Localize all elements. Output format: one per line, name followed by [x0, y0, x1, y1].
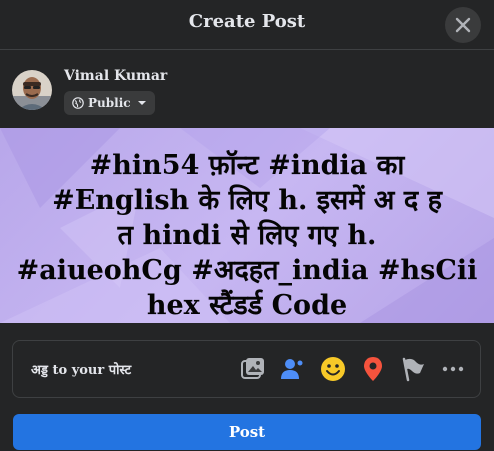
- tag-people-button[interactable]: [277, 353, 309, 385]
- more-icon: [442, 366, 464, 372]
- photo-video-button[interactable]: [237, 353, 269, 385]
- privacy-selector[interactable]: Public: [64, 91, 155, 115]
- globe-icon: [72, 97, 84, 109]
- post-background[interactable]: #hin54 फ़ॉन्ट #india का #English के लिए …: [0, 128, 494, 323]
- post-text-line: hex स्टैंडर्ड Code: [146, 290, 348, 321]
- author-name: Vimal Kumar: [64, 68, 168, 84]
- flag-button[interactable]: [397, 353, 429, 385]
- flag-icon: [402, 357, 424, 382]
- post-text-line: #hin54 फ़ॉन्ट #india का: [89, 150, 405, 181]
- post-text[interactable]: #hin54 फ़ॉन्ट #india का #English के लिए …: [6, 148, 488, 323]
- author-row: Vimal Kumar Public: [12, 68, 167, 116]
- dialog-title: Create Post: [188, 11, 306, 32]
- chevron-down-icon: [137, 99, 147, 107]
- post-text-line: #English के लिए h. इसमें अ द ह: [52, 185, 442, 216]
- close-icon: [455, 17, 471, 33]
- close-button[interactable]: [445, 7, 481, 43]
- smiley-icon: [321, 357, 345, 381]
- avatar[interactable]: [12, 70, 52, 110]
- location-pin-icon: [364, 357, 382, 381]
- post-text-line: त hindi से लिए गए h.: [117, 220, 377, 251]
- author-info: Vimal Kumar Public: [64, 68, 167, 116]
- dialog-header: Create Post: [0, 0, 494, 50]
- add-to-post-bar: अड्ड to your पोस्ट: [12, 340, 481, 398]
- photo-icon: [241, 358, 264, 379]
- add-to-post-label: अड्ड to your पोस्ट: [31, 363, 132, 378]
- post-text-line: #aiueohCg #अदहत_india #hsCii: [16, 255, 478, 286]
- privacy-label: Public: [88, 96, 131, 110]
- post-button[interactable]: Post: [13, 414, 481, 450]
- feeling-activity-button[interactable]: [317, 353, 349, 385]
- more-options-button[interactable]: [437, 353, 469, 385]
- check-in-button[interactable]: [357, 353, 389, 385]
- tag-people-icon: [281, 359, 303, 379]
